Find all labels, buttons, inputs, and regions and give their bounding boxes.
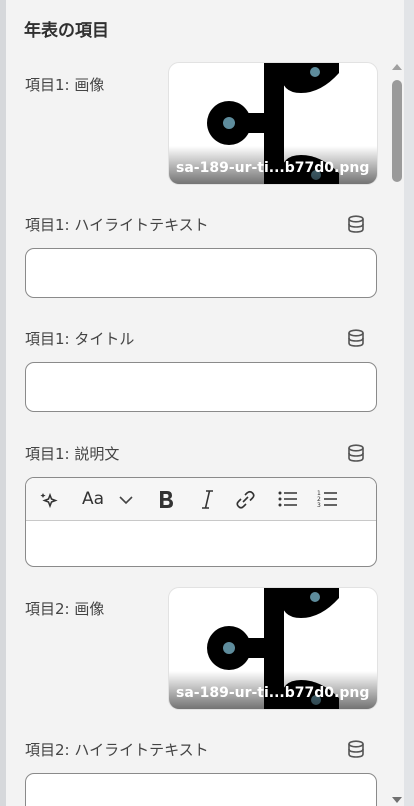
italic-icon[interactable] [198,487,216,511]
rte-toolbar: Aa 1 2 3 [26,478,376,521]
item1-image-filename: sa-189-ur-ti...b77d0.png [176,160,370,176]
database-icon[interactable] [346,443,366,463]
item1-desc-rich-text-editor: Aa 1 2 3 [25,477,377,567]
window-edge-right [404,0,414,806]
item1-image-thumbnail[interactable]: sa-189-ur-ti...b77d0.png [168,62,378,185]
item2-image-label: 項目2: 画像 [25,600,105,618]
database-icon[interactable] [346,328,366,348]
item1-desc-label: 項目1: 説明文 [25,445,120,463]
item2-highlight-label: 項目2: ハイライトテキスト [25,741,209,759]
bullet-list-icon[interactable] [276,487,300,511]
scroll-up-arrow-icon[interactable] [391,63,403,71]
scrollbar-thumb[interactable] [392,80,402,182]
item1-highlight-label: 項目1: ハイライトテキスト [25,216,209,234]
item1-image-label: 項目1: 画像 [25,76,105,94]
bold-icon[interactable] [156,487,176,511]
item2-image-thumbnail[interactable]: sa-189-ur-ti...b77d0.png [168,587,378,710]
image-caption-overlay: sa-189-ur-ti...b77d0.png [169,671,377,709]
scroll-down-arrow-icon[interactable] [391,796,403,804]
database-icon[interactable] [346,739,366,759]
image-caption-overlay: sa-189-ur-ti...b77d0.png [169,146,377,184]
item2-image-filename: sa-189-ur-ti...b77d0.png [176,685,370,701]
font-button[interactable]: Aa [82,489,104,513]
panel-title: 年表の項目 [24,21,109,41]
numbered-list-icon[interactable]: 1 2 3 [316,487,340,511]
sparkle-icon[interactable] [38,487,60,511]
svg-text:3: 3 [317,502,321,509]
item1-title-label: 項目1: タイトル [25,330,135,348]
link-icon[interactable] [234,487,256,511]
item1-desc-editor-area[interactable] [26,521,376,566]
item1-highlight-input[interactable] [25,248,377,298]
chronology-items-panel: 年表の項目 項目1: 画像 sa-189-ur-ti...b77d0.png 項… [6,0,404,806]
item2-highlight-input[interactable] [25,773,377,806]
item1-title-input[interactable] [25,362,377,412]
chevron-down-icon[interactable] [118,487,134,511]
database-icon[interactable] [346,214,366,234]
